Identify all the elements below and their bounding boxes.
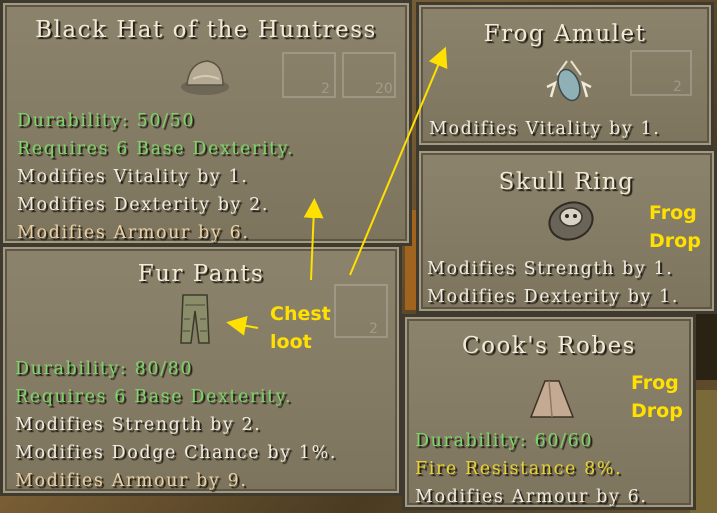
arrow-to-fur-pants [226,315,259,336]
arrow-to-dexterity-line [303,198,324,281]
annotation-arrows [226,46,448,336]
arrow-to-frog-amulet [349,46,448,276]
